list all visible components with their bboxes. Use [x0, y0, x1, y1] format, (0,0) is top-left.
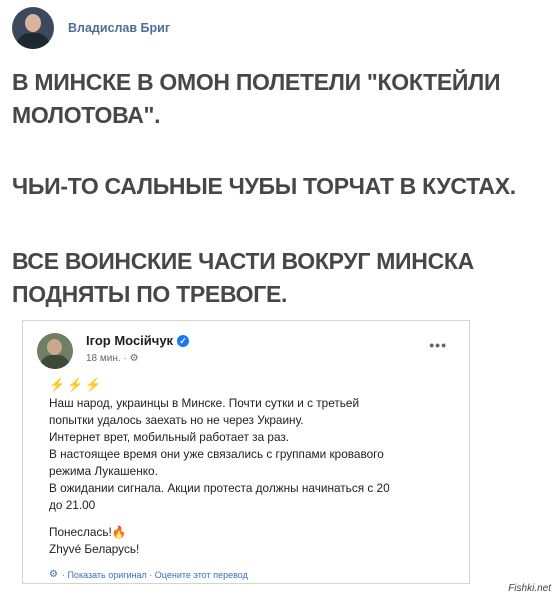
sig-line-2: Zhyvé Беларусь!	[49, 542, 140, 556]
body-line: Интернет врет, мобильный работает за раз…	[49, 430, 290, 444]
body-line: В ожидании сигнала. Акции протеста должн…	[49, 481, 390, 495]
lightning-emoji: ⚡⚡⚡	[49, 377, 104, 392]
post-line: ПОДНЯТЫ ПО ТРЕВОГЕ.	[12, 281, 288, 307]
post-line: ВСЕ ВОИНСКИЕ ЧАСТИ ВОКРУГ МИНСКА	[12, 248, 474, 274]
body-line: попытки удалось заехать но не через Укра…	[49, 413, 304, 427]
embedded-body: Наш народ, украинцы в Минске. Почти сутк…	[49, 395, 459, 514]
embedded-signature: Понеслась!🔥 Zhyvé Беларусь!	[49, 524, 139, 558]
body-line: до 21.00	[49, 498, 96, 512]
gear-icon: ⚙	[49, 569, 58, 580]
watermark: Fishki.net	[508, 583, 551, 594]
embedded-meta: 18 мин. · ⚙	[86, 353, 139, 364]
post-text-1: В МИНСКЕ В ОМОН ПОЛЕТЕЛИ "КОКТЕЙЛИ МОЛОТ…	[12, 66, 542, 132]
author-avatar[interactable]	[12, 7, 54, 49]
embedded-avatar[interactable]	[37, 333, 73, 369]
verified-icon: ✓	[177, 334, 190, 347]
timestamp[interactable]: 18 мин. ·	[86, 353, 130, 364]
body-line: В настоящее время они уже связались с гр…	[49, 447, 384, 461]
sig-line-1: Понеслась!	[49, 525, 112, 539]
body-line: Наш народ, украинцы в Минске. Почти сутк…	[49, 396, 360, 410]
post-line: ЧЬИ-ТО САЛЬНЫЕ ЧУБЫ ТОРЧАТ В КУСТАХ.	[12, 173, 516, 199]
embedded-author-name[interactable]: Ігор Мосійчук	[86, 333, 173, 348]
embedded-author[interactable]: Ігор Мосійчук ✓	[86, 333, 190, 348]
more-options-icon[interactable]: •••	[429, 337, 447, 353]
author-name[interactable]: Владислав Бриг	[68, 21, 170, 35]
post-line: В МИНСКЕ В ОМОН ПОЛЕТЕЛИ "КОКТЕЙЛИ	[12, 69, 501, 95]
globe-icon: ⚙	[129, 353, 139, 364]
post-header: Владислав Бриг	[12, 6, 170, 50]
body-line: режима Лукашенко.	[49, 464, 158, 478]
post-line: МОЛОТОВА".	[12, 102, 161, 128]
translate-bar[interactable]: ⚙ · Показать оригинал · Оцените этот пер…	[49, 569, 248, 580]
post-text-2: ЧЬИ-ТО САЛЬНЫЕ ЧУБЫ ТОРЧАТ В КУСТАХ.	[12, 170, 542, 203]
fire-icon: 🔥	[111, 525, 127, 539]
embedded-post: Ігор Мосійчук ✓ 18 мин. · ⚙ ••• ⚡⚡⚡ Наш …	[22, 320, 470, 584]
translate-links[interactable]: · Показать оригинал · Оцените этот перев…	[62, 570, 248, 580]
post-text-3: ВСЕ ВОИНСКИЕ ЧАСТИ ВОКРУГ МИНСКА ПОДНЯТЫ…	[12, 245, 542, 311]
